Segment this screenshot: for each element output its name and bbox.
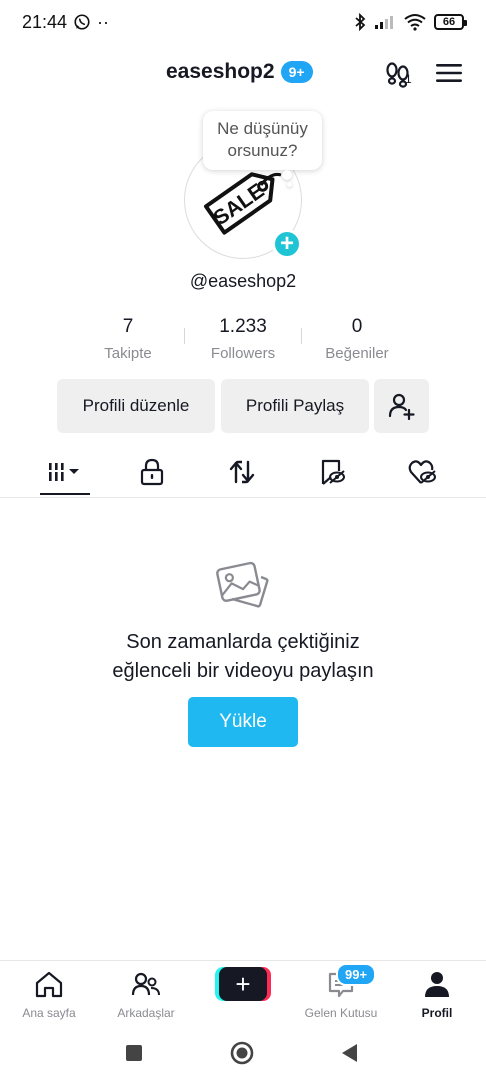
photos-icon [214, 555, 272, 613]
status-time: 21:44 [22, 11, 68, 32]
stat-likes-value: 0 [351, 316, 363, 337]
stat-followers[interactable]: 1.233 Followers [198, 316, 288, 362]
inbox-badge: 99+ [336, 963, 377, 986]
nav-profile-label: Profil [421, 1006, 453, 1020]
add-friend-button[interactable] [374, 379, 429, 433]
stat-divider [184, 328, 185, 344]
tab-videos[interactable] [44, 456, 84, 488]
back-button[interactable] [334, 1038, 364, 1068]
nav-friends[interactable]: Arkadaşlar [101, 969, 191, 1020]
stat-followers-label: Followers [210, 345, 276, 362]
empty-state-line-2: eğlenceli bir videoyu paylaşın [112, 660, 374, 682]
add-user-icon [388, 393, 415, 420]
thought-bubble-text: Ne düşünüyorsunuz? [217, 119, 308, 160]
edit-profile-button[interactable]: Profili düzenle [57, 379, 215, 433]
nav-inbox-label: Gelen Kutusu [304, 1006, 378, 1020]
account-switcher[interactable]: easeshop2 9+ [166, 60, 313, 84]
back-triangle-icon [342, 1044, 357, 1062]
empty-state-message: Son zamanlarda çektiğiniz eğlenceli bir … [0, 628, 486, 686]
liked-icon [408, 460, 436, 484]
recent-apps-icon [126, 1045, 142, 1061]
stat-following[interactable]: 7 Takipte [88, 316, 168, 362]
home-icon [35, 971, 63, 998]
menu-icon[interactable] [436, 62, 462, 84]
header-username: easeshop2 [166, 60, 275, 83]
nav-home[interactable]: Ana sayfa [4, 969, 94, 1020]
stat-divider [301, 328, 302, 344]
add-avatar-button[interactable]: + [272, 229, 302, 259]
create-plus: + [219, 967, 267, 1001]
content-tabs [0, 446, 486, 498]
tab-private[interactable] [132, 456, 172, 488]
stat-following-value: 7 [122, 316, 134, 337]
wifi-icon [404, 14, 426, 31]
repost-icon [229, 460, 255, 484]
bluetooth-icon [355, 13, 366, 31]
empty-state-line-1: Son zamanlarda çektiğiniz [126, 631, 360, 653]
share-profile-button[interactable]: Profili Paylaş [221, 379, 369, 433]
create-button[interactable]: + [215, 967, 271, 1001]
recent-apps-button[interactable] [119, 1038, 149, 1068]
status-more-dots: ·· [97, 11, 110, 32]
whatsapp-icon [74, 14, 90, 30]
home-system-button[interactable] [227, 1038, 257, 1068]
bottom-navigation: Ana sayfa Arkadaşlar + Gelen Kutusu 99+ [0, 960, 486, 1022]
nav-profile[interactable]: Profil [392, 969, 482, 1020]
stat-following-label: Takipte [104, 345, 152, 362]
battery-icon: 66 [434, 14, 467, 30]
footprint-count: 1 [405, 72, 412, 86]
system-navigation-bar [0, 1024, 486, 1080]
tab-favorites[interactable] [312, 456, 352, 488]
stat-likes[interactable]: 0 Beğeniler [314, 316, 400, 362]
stat-followers-value: 1.233 [219, 316, 267, 337]
footprint-icon[interactable] [384, 60, 418, 90]
profile-header: easeshop2 9+ 1 [0, 50, 486, 98]
profile-icon [425, 972, 449, 997]
profile-handle: @easeshop2 [189, 271, 297, 291]
stat-likes-label: Beğeniler [325, 345, 389, 362]
signal-icon [375, 16, 393, 29]
nav-friends-label: Arkadaşlar [117, 1006, 175, 1020]
tab-liked[interactable] [402, 456, 442, 488]
home-circle-icon [230, 1041, 254, 1065]
active-tab-indicator [40, 493, 90, 495]
profile-stats: 7 Takipte 1.233 Followers 0 Beğeniler [0, 316, 486, 368]
videos-grid-icon [49, 463, 79, 481]
tab-reposts[interactable] [222, 456, 262, 488]
status-bar: 21:44 ·· 66 [0, 0, 486, 44]
nav-home-label: Ana sayfa [22, 1006, 76, 1020]
lock-icon [140, 458, 164, 486]
notification-badge: 9+ [280, 61, 313, 83]
upload-button[interactable]: Yükle [188, 697, 298, 747]
profile-actions: Profili düzenle Profili Paylaş [0, 379, 486, 433]
thought-bubble[interactable]: Ne düşünüyorsunuz? [203, 111, 322, 170]
friends-icon [131, 972, 160, 996]
favorites-icon [321, 459, 345, 485]
